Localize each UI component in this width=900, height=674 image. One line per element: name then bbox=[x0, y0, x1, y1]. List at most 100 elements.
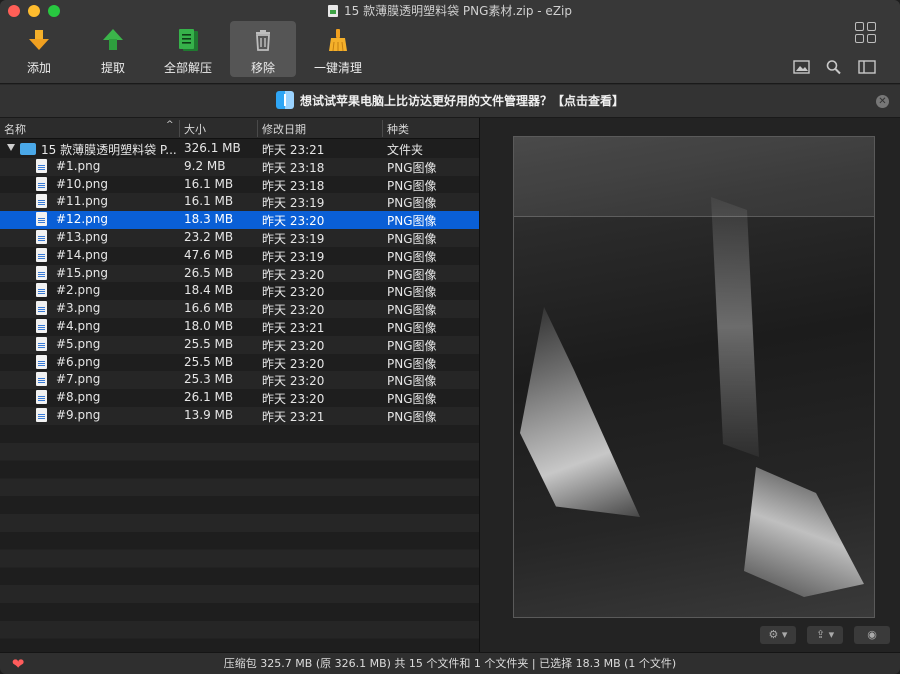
file-row[interactable]: #15.png 26.5 MB 昨天 23:20 PNG图像 bbox=[0, 264, 479, 283]
file-modified: 昨天 23:19 bbox=[262, 231, 325, 246]
file-name: #9.png bbox=[56, 407, 101, 422]
file-size: 23.2 MB bbox=[184, 229, 234, 244]
png-file-icon bbox=[36, 247, 47, 262]
file-modified: 昨天 23:20 bbox=[262, 303, 325, 318]
file-row[interactable]: #9.png 13.9 MB 昨天 23:21 PNG图像 bbox=[0, 406, 479, 425]
file-name: #5.png bbox=[56, 336, 101, 351]
png-file-icon bbox=[36, 390, 47, 405]
remove-button[interactable]: 移除 bbox=[230, 21, 296, 77]
column-name[interactable]: 名称 bbox=[4, 121, 26, 137]
file-kind: PNG图像 bbox=[387, 267, 437, 282]
add-arrow-icon bbox=[29, 30, 49, 50]
folder-row[interactable]: 15 款薄膜透明塑料袋 P... 326.1 MB 昨天 23:21 文件夹 bbox=[0, 140, 479, 158]
file-row[interactable]: #7.png 25.3 MB 昨天 23:20 PNG图像 bbox=[0, 371, 479, 390]
folder-name: 15 款薄膜透明塑料袋 P... bbox=[41, 143, 177, 157]
file-modified: 昨天 23:21 bbox=[262, 409, 325, 424]
folder-modified: 昨天 23:21 bbox=[262, 143, 325, 157]
file-size: 18.0 MB bbox=[184, 318, 234, 333]
preview-pane: ⚙ ▾ ⇪ ▾ ◉ bbox=[480, 118, 900, 652]
file-name: #3.png bbox=[56, 301, 101, 316]
close-banner-icon[interactable]: ✕ bbox=[876, 95, 889, 108]
file-row[interactable]: #5.png 25.5 MB 昨天 23:20 PNG图像 bbox=[0, 335, 479, 354]
png-file-icon bbox=[36, 176, 47, 191]
grid-view-icon[interactable] bbox=[855, 22, 877, 44]
png-file-icon bbox=[36, 407, 47, 422]
file-kind: PNG图像 bbox=[387, 374, 437, 389]
column-kind[interactable]: 种类 bbox=[387, 121, 409, 137]
file-name: #8.png bbox=[56, 390, 101, 405]
file-row[interactable]: #4.png 18.0 MB 昨天 23:21 PNG图像 bbox=[0, 317, 479, 336]
folder-size: 326.1 MB bbox=[184, 141, 241, 155]
file-row[interactable]: #6.png 25.5 MB 昨天 23:20 PNG图像 bbox=[0, 353, 479, 372]
png-file-icon bbox=[36, 354, 47, 369]
promo-banner-text[interactable]: 想试试苹果电脑上比访达更好用的文件管理器？【点击查看】 bbox=[300, 94, 624, 108]
file-kind: PNG图像 bbox=[387, 320, 437, 335]
one-click-clean-label: 一键清理 bbox=[313, 61, 362, 75]
file-name: #15.png bbox=[56, 265, 108, 280]
file-row[interactable]: #14.png 47.6 MB 昨天 23:19 PNG图像 bbox=[0, 246, 479, 265]
png-file-icon bbox=[36, 301, 47, 316]
image-preview-icon[interactable] bbox=[793, 59, 811, 75]
png-file-icon bbox=[36, 318, 47, 333]
file-name: #1.png bbox=[56, 158, 101, 173]
ezip-window: 15 款薄膜透明塑料袋 PNG素材.zip - eZip 添加 提取 全部解压 … bbox=[0, 0, 900, 674]
broom-icon bbox=[329, 29, 347, 52]
file-row[interactable]: #1.png 9.2 MB 昨天 23:18 PNG图像 bbox=[0, 157, 479, 176]
png-file-icon bbox=[36, 283, 47, 298]
preview-image bbox=[513, 136, 875, 618]
file-name: #11.png bbox=[56, 194, 108, 209]
share-dropdown-button[interactable]: ⇪ ▾ bbox=[807, 626, 843, 644]
file-size: 25.5 MB bbox=[184, 354, 234, 369]
file-row[interactable]: #12.png 18.3 MB 昨天 23:20 PNG图像 bbox=[0, 211, 479, 229]
file-name: #12.png bbox=[56, 212, 108, 227]
extract-button-label: 提取 bbox=[100, 61, 125, 75]
file-modified: 昨天 23:20 bbox=[262, 214, 325, 229]
extract-all-icon bbox=[179, 29, 198, 51]
file-name: #2.png bbox=[56, 283, 101, 298]
file-row[interactable]: #10.png 16.1 MB 昨天 23:18 PNG图像 bbox=[0, 175, 479, 194]
file-row[interactable]: #13.png 23.2 MB 昨天 23:19 PNG图像 bbox=[0, 228, 479, 247]
status-text: 压缩包 325.7 MB (原 326.1 MB) 共 15 个文件和 1 个文… bbox=[223, 657, 677, 670]
file-kind: PNG图像 bbox=[387, 214, 437, 229]
file-modified: 昨天 23:19 bbox=[262, 196, 325, 211]
file-size: 16.1 MB bbox=[184, 176, 234, 191]
file-modified: 昨天 23:18 bbox=[262, 160, 325, 175]
file-row[interactable]: #11.png 16.1 MB 昨天 23:19 PNG图像 bbox=[0, 193, 479, 212]
file-kind: PNG图像 bbox=[387, 409, 437, 424]
file-name: #10.png bbox=[56, 176, 108, 191]
add-button[interactable]: 添加 bbox=[6, 21, 72, 77]
file-modified: 昨天 23:20 bbox=[262, 338, 325, 353]
column-header: 名称 ^ 大小 修改日期 种类 bbox=[0, 118, 479, 139]
column-modified[interactable]: 修改日期 bbox=[262, 121, 306, 137]
file-size: 25.5 MB bbox=[184, 336, 234, 351]
file-row[interactable]: #2.png 18.4 MB 昨天 23:20 PNG图像 bbox=[0, 282, 479, 301]
search-icon[interactable] bbox=[825, 59, 843, 75]
disclosure-triangle-icon[interactable] bbox=[7, 144, 15, 151]
settings-dropdown-button[interactable]: ⚙ ▾ bbox=[760, 626, 796, 644]
airdrop-button[interactable]: ◉ bbox=[854, 626, 890, 644]
sort-ascending-icon[interactable]: ^ bbox=[166, 120, 174, 130]
window-title-text: 15 款薄膜透明塑料袋 PNG素材.zip - eZip bbox=[344, 4, 572, 18]
extract-all-button-label: 全部解压 bbox=[163, 61, 212, 75]
file-modified: 昨天 23:20 bbox=[262, 374, 325, 389]
trash-icon bbox=[256, 30, 270, 51]
toolbar: 15 款薄膜透明塑料袋 PNG素材.zip - eZip 添加 提取 全部解压 … bbox=[0, 0, 900, 84]
file-name: #6.png bbox=[56, 354, 101, 369]
heart-icon[interactable]: ❤ bbox=[10, 657, 26, 672]
window-title: 15 款薄膜透明塑料袋 PNG素材.zip - eZip bbox=[0, 2, 900, 19]
sidebar-toggle-icon[interactable] bbox=[858, 59, 876, 75]
column-size[interactable]: 大小 bbox=[184, 121, 206, 137]
file-size: 26.5 MB bbox=[184, 265, 234, 280]
finder-icon bbox=[275, 91, 294, 109]
extract-button[interactable]: 提取 bbox=[80, 21, 146, 77]
extract-all-button[interactable]: 全部解压 bbox=[155, 21, 221, 77]
file-modified: 昨天 23:20 bbox=[262, 392, 325, 407]
promo-banner[interactable]: 想试试苹果电脑上比访达更好用的文件管理器？【点击查看】 ✕ bbox=[0, 85, 900, 118]
empty-list-area bbox=[0, 425, 479, 652]
gear-icon: ⚙ ▾ bbox=[768, 628, 788, 641]
file-name: #4.png bbox=[56, 318, 101, 333]
file-row[interactable]: #3.png 16.6 MB 昨天 23:20 PNG图像 bbox=[0, 300, 479, 318]
one-click-clean-button[interactable]: 一键清理 bbox=[305, 21, 371, 77]
png-file-icon bbox=[36, 265, 47, 280]
file-row[interactable]: #8.png 26.1 MB 昨天 23:20 PNG图像 bbox=[0, 389, 479, 407]
